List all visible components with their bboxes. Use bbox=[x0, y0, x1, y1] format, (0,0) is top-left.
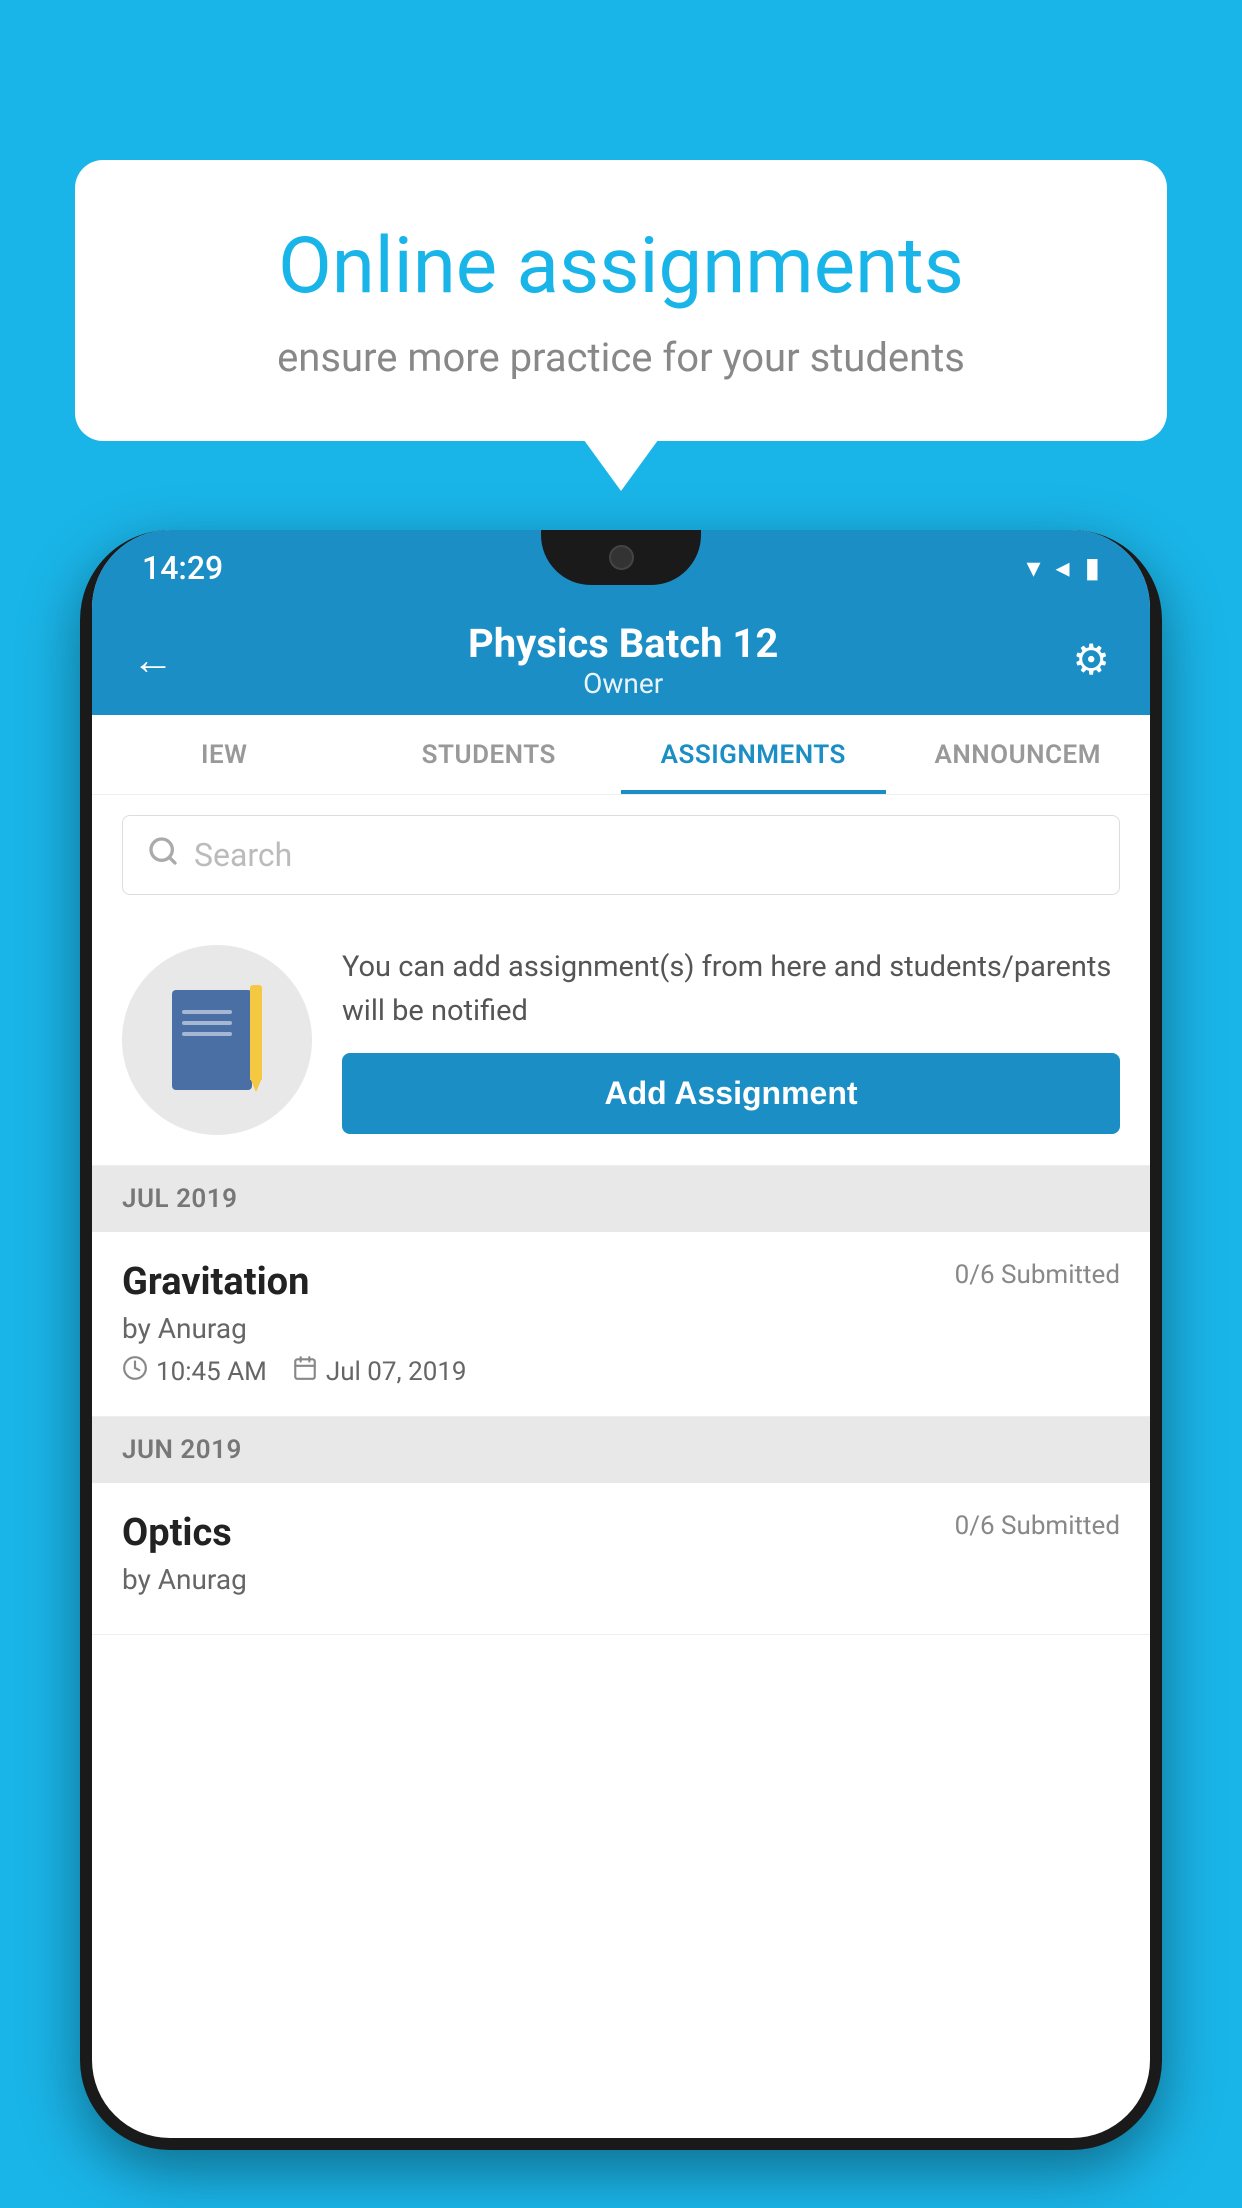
signal-icon: ◂ bbox=[1056, 551, 1070, 584]
meta-date: Jul 07, 2019 bbox=[292, 1355, 467, 1388]
promo-text: You can add assignment(s) from here and … bbox=[342, 946, 1120, 1033]
assignment-top-row: Gravitation 0/6 Submitted bbox=[122, 1260, 1120, 1304]
tab-assignments-label: ASSIGNMENTS bbox=[661, 740, 846, 770]
back-button[interactable]: ← bbox=[132, 636, 174, 685]
tab-students[interactable]: STUDENTS bbox=[357, 715, 622, 794]
tabs-container: IEW STUDENTS ASSIGNMENTS ANNOUNCEM bbox=[92, 715, 1150, 795]
tab-announcements[interactable]: ANNOUNCEM bbox=[886, 715, 1151, 794]
header-center: Physics Batch 12 Owner bbox=[174, 620, 1072, 700]
app-header: ← Physics Batch 12 Owner ⚙ bbox=[92, 605, 1150, 715]
clock-icon bbox=[122, 1355, 148, 1388]
calendar-icon bbox=[292, 1355, 318, 1388]
speech-bubble: Online assignments ensure more practice … bbox=[75, 160, 1167, 441]
assignment-submitted-gravitation: 0/6 Submitted bbox=[955, 1260, 1120, 1290]
header-subtitle: Owner bbox=[174, 667, 1072, 700]
tab-iew[interactable]: IEW bbox=[92, 715, 357, 794]
assignment-by-optics: by Anurag bbox=[122, 1563, 1120, 1596]
notebook-pencil bbox=[250, 985, 262, 1080]
search-placeholder: Search bbox=[194, 836, 292, 874]
assignment-item-optics[interactable]: Optics 0/6 Submitted by Anurag bbox=[92, 1483, 1150, 1635]
speech-bubble-subtitle: ensure more practice for your students bbox=[145, 334, 1097, 381]
notebook-icon bbox=[172, 985, 262, 1095]
assignment-title-optics: Optics bbox=[122, 1511, 232, 1555]
notebook-lines bbox=[182, 1010, 232, 1043]
speech-bubble-container: Online assignments ensure more practice … bbox=[75, 160, 1167, 441]
wifi-icon: ▾ bbox=[1026, 551, 1040, 584]
tab-students-label: STUDENTS bbox=[422, 740, 556, 770]
section-header-jun: JUN 2019 bbox=[92, 1417, 1150, 1483]
search-input-wrapper[interactable]: Search bbox=[122, 815, 1120, 895]
phone-screen: 14:29 ▾ ◂ ▮ ← Physics Batch 12 Owner ⚙ bbox=[92, 530, 1150, 2138]
search-icon bbox=[147, 834, 179, 876]
notebook-line-3 bbox=[182, 1032, 232, 1036]
meta-date-value: Jul 07, 2019 bbox=[326, 1357, 467, 1387]
phone-frame: 14:29 ▾ ◂ ▮ ← Physics Batch 12 Owner ⚙ bbox=[80, 530, 1162, 2150]
notebook-body bbox=[172, 990, 252, 1090]
promo-content: You can add assignment(s) from here and … bbox=[342, 946, 1120, 1134]
header-title: Physics Batch 12 bbox=[174, 620, 1072, 667]
assignment-by-gravitation: by Anurag bbox=[122, 1312, 1120, 1345]
phone-container: 14:29 ▾ ◂ ▮ ← Physics Batch 12 Owner ⚙ bbox=[80, 530, 1162, 2208]
settings-icon[interactable]: ⚙ bbox=[1072, 635, 1110, 685]
tab-announcements-label: ANNOUNCEM bbox=[935, 740, 1101, 770]
promo-area: You can add assignment(s) from here and … bbox=[92, 915, 1150, 1166]
search-bar: Search bbox=[92, 795, 1150, 915]
meta-time-value: 10:45 AM bbox=[156, 1357, 267, 1387]
status-icons: ▾ ◂ ▮ bbox=[1026, 551, 1100, 584]
promo-icon-circle bbox=[122, 945, 312, 1135]
tab-iew-label: IEW bbox=[201, 740, 247, 770]
tab-assignments[interactable]: ASSIGNMENTS bbox=[621, 715, 886, 794]
assignment-top-row-optics: Optics 0/6 Submitted bbox=[122, 1511, 1120, 1555]
assignment-submitted-optics: 0/6 Submitted bbox=[955, 1511, 1120, 1541]
add-assignment-button[interactable]: Add Assignment bbox=[342, 1053, 1120, 1134]
speech-bubble-title: Online assignments bbox=[145, 220, 1097, 314]
battery-icon: ▮ bbox=[1085, 551, 1100, 584]
status-time: 14:29 bbox=[142, 549, 223, 587]
meta-time: 10:45 AM bbox=[122, 1355, 267, 1388]
assignment-title-gravitation: Gravitation bbox=[122, 1260, 309, 1304]
notebook-line-1 bbox=[182, 1010, 232, 1014]
assignment-meta-gravitation: 10:45 AM Jul 07, 2019 bbox=[122, 1355, 1120, 1388]
assignment-item-gravitation[interactable]: Gravitation 0/6 Submitted by Anurag 10:4… bbox=[92, 1232, 1150, 1417]
front-camera bbox=[609, 545, 634, 570]
phone-notch bbox=[541, 530, 701, 585]
section-header-jul: JUL 2019 bbox=[92, 1166, 1150, 1232]
notebook-line-2 bbox=[182, 1021, 232, 1025]
